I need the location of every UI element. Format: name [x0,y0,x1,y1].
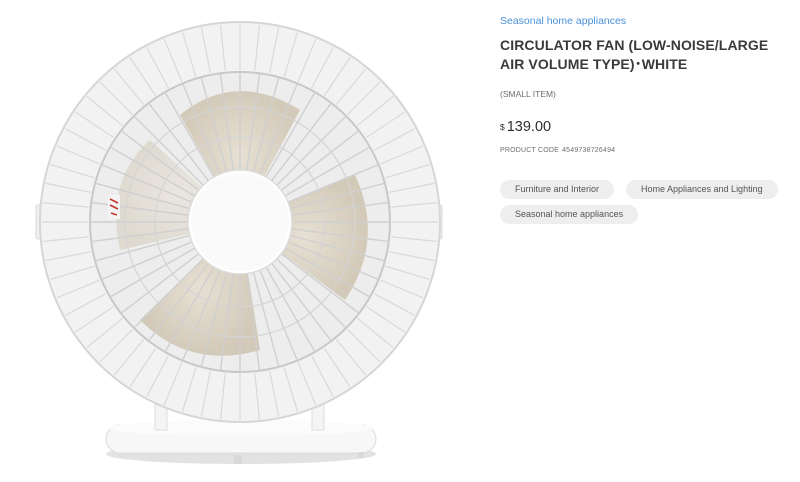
product-image[interactable] [0,0,480,482]
price-currency: $ [500,122,505,132]
product-code: PRODUCT CODE 4549738726494 [500,147,615,154]
product-price: $139.00 [500,118,551,136]
fan-illustration [35,21,443,464]
breadcrumb-link[interactable]: Seasonal home appliances [500,15,626,27]
product-code-label: PRODUCT CODE [500,147,560,154]
product-code-value: 4549738726494 [562,147,616,154]
product-title: CIRCULATOR FAN (LOW-NOISE/LARGE AIR VOLU… [500,37,769,72]
size-note: (SMALL ITEM) [500,89,556,99]
tag-seasonal-home-appliances[interactable]: Seasonal home appliances [500,205,639,224]
tag-home-appliances-lighting[interactable]: Home Appliances and Lighting [626,180,778,199]
price-amount: 139.00 [506,119,552,135]
tag-furniture-interior[interactable]: Furniture and Interior [500,180,615,199]
warning-label [108,195,120,219]
